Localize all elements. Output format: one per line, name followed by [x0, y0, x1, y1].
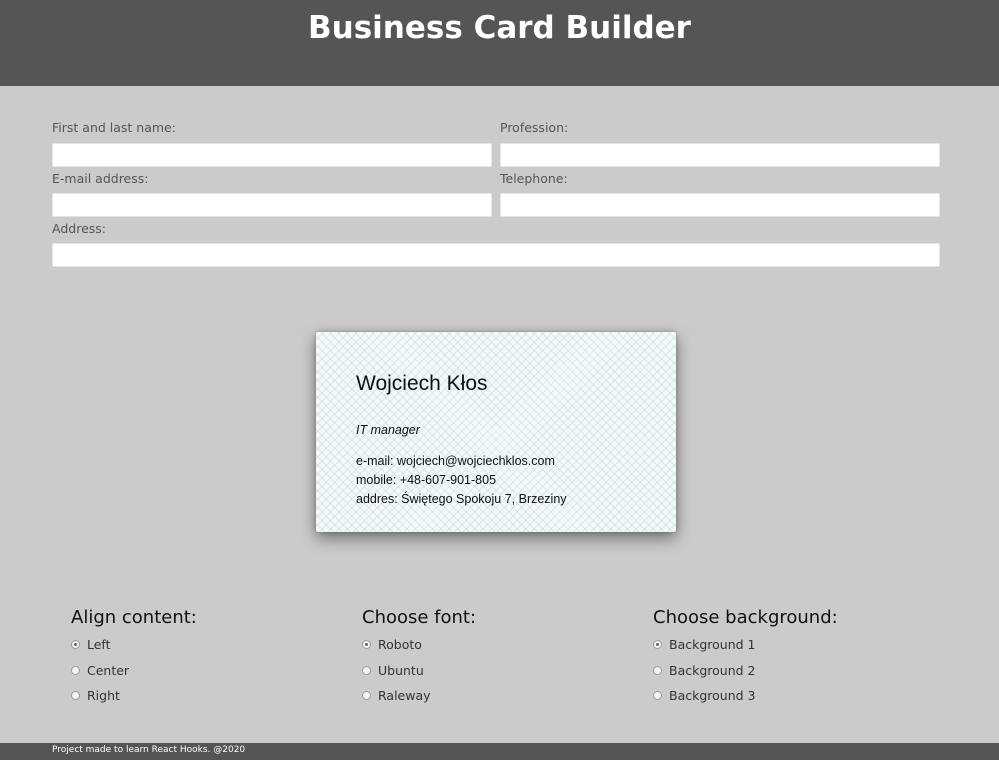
align-left-radio[interactable] [71, 640, 80, 649]
page-footer: Project made to learn React Hooks. @2020 [0, 743, 999, 760]
page-title: Business Card Builder [308, 10, 691, 46]
profession-input[interactable] [500, 143, 940, 167]
card-address: addres: Świętego Spokoju 7, Brzeziny [356, 492, 567, 506]
font-roboto-radio[interactable] [362, 640, 371, 649]
card-name: Wojciech Kłos [356, 372, 488, 395]
font-ubuntu-option[interactable]: Ubuntu [362, 663, 424, 678]
telephone-input[interactable] [500, 193, 940, 217]
font-roboto-label: Roboto [378, 637, 422, 652]
align-right-option[interactable]: Right [71, 688, 120, 703]
align-center-label: Center [87, 663, 130, 678]
card-mobile: mobile: +48-607-901-805 [356, 473, 497, 487]
background-3-radio[interactable] [653, 691, 662, 700]
background-1-label: Background 1 [669, 637, 756, 652]
font-ubuntu-label: Ubuntu [378, 663, 424, 678]
email-input[interactable] [52, 193, 492, 217]
align-left-label: Left [87, 637, 111, 652]
card-profession: IT manager [356, 423, 420, 437]
business-card-preview: Wojciech Kłos IT manager e-mail: wojciec… [316, 332, 676, 532]
font-raleway-option[interactable]: Raleway [362, 688, 431, 703]
align-center-option[interactable]: Center [71, 663, 129, 678]
choose-font-title: Choose font: [362, 607, 477, 628]
background-2-label: Background 2 [669, 663, 756, 678]
align-left-option[interactable]: Left [71, 637, 111, 652]
align-center-radio[interactable] [71, 666, 80, 675]
background-1-option[interactable]: Background 1 [653, 637, 756, 652]
page-header: Business Card Builder [0, 0, 999, 86]
align-content-title: Align content: [71, 607, 197, 628]
background-3-label: Background 3 [669, 688, 756, 703]
card-email: e-mail: wojciech@wojciechklos.com [356, 454, 555, 468]
footer-text: Project made to learn React Hooks. @2020 [52, 745, 246, 755]
font-roboto-option[interactable]: Roboto [362, 637, 422, 652]
profession-label: Profession: [500, 120, 569, 135]
background-3-option[interactable]: Background 3 [653, 688, 756, 703]
background-2-radio[interactable] [653, 666, 662, 675]
background-1-radio[interactable] [653, 640, 662, 649]
font-raleway-radio[interactable] [362, 691, 371, 700]
name-label: First and last name: [52, 120, 176, 135]
choose-background-title: Choose background: [653, 607, 838, 628]
address-label: Address: [52, 221, 106, 236]
background-2-option[interactable]: Background 2 [653, 663, 756, 678]
address-input[interactable] [52, 243, 940, 267]
font-ubuntu-radio[interactable] [362, 666, 371, 675]
font-raleway-label: Raleway [378, 688, 431, 703]
telephone-label: Telephone: [500, 171, 568, 186]
email-label: E-mail address: [52, 171, 149, 186]
align-right-label: Right [87, 688, 120, 703]
name-input[interactable] [52, 143, 492, 167]
align-right-radio[interactable] [71, 691, 80, 700]
